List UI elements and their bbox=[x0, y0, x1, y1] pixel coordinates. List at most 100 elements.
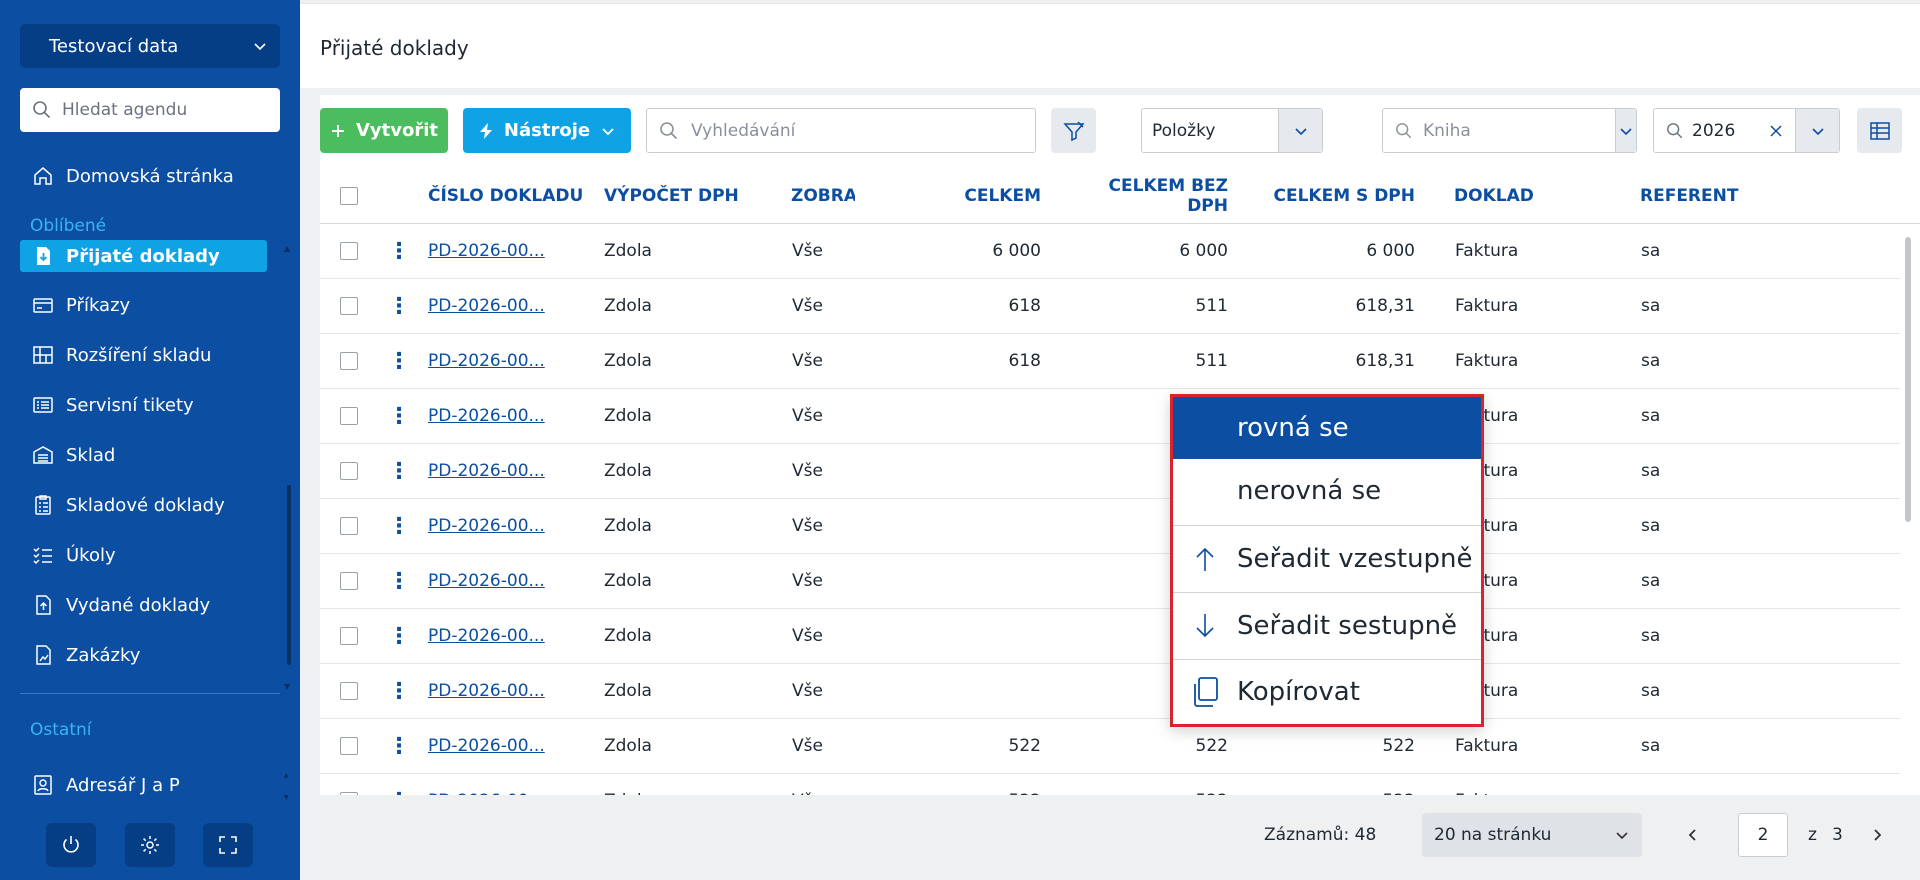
cell-cislo-dokladu-text[interactable]: PD-2026-00... bbox=[428, 516, 545, 536]
per-page-select[interactable]: 20 na stránku bbox=[1422, 813, 1642, 857]
sidebar-item-sklad[interactable]: Sklad bbox=[20, 437, 267, 473]
row-actions-icon[interactable]: ⋮ bbox=[388, 499, 410, 553]
scroll-down-arrow-icon[interactable]: ▼ bbox=[284, 794, 289, 801]
column-header-vypocet[interactable]: VÝPOČET DPH bbox=[604, 167, 739, 224]
items-select-toggle[interactable] bbox=[1278, 109, 1322, 152]
cell-cislo-dokladu[interactable]: PD-2026-00... bbox=[428, 774, 545, 795]
cell-cislo-dokladu[interactable]: PD-2026-00... bbox=[428, 609, 545, 663]
menu-item-equals[interactable]: rovná se bbox=[1173, 397, 1481, 459]
row-actions-icon[interactable]: ⋮ bbox=[388, 279, 410, 333]
column-header-celkem-bez-dph[interactable]: CELKEM BEZ DPH bbox=[1090, 167, 1228, 224]
sidebar-item-servisni-tikety[interactable]: Servisní tikety bbox=[20, 387, 267, 423]
sidebar-item-prikazy[interactable]: Příkazy bbox=[20, 287, 267, 323]
company-selector[interactable]: Testovací data bbox=[20, 24, 280, 68]
cell-cislo-dokladu-text[interactable]: PD-2026-00... bbox=[428, 241, 545, 261]
column-header-celkem-s-dph[interactable]: CELKEM S DPH bbox=[1260, 167, 1415, 224]
book-input[interactable] bbox=[1423, 120, 1603, 141]
cell-cislo-dokladu[interactable]: PD-2026-00... bbox=[428, 279, 545, 333]
table-row[interactable]: ⋮PD-2026-00...ZdolaVše522522Fakturasa bbox=[320, 499, 1900, 554]
sidebar-item-home[interactable]: Domovská stránka bbox=[20, 158, 267, 194]
row-actions-icon[interactable]: ⋮ bbox=[388, 389, 410, 443]
create-button[interactable]: Vytvořit bbox=[320, 108, 448, 153]
search-input[interactable] bbox=[691, 120, 991, 141]
table-row[interactable]: ⋮ PD-2026-00... Zdola Vše 6 000 6 000 6 000 Fak… bbox=[320, 224, 1900, 279]
sidebar-item-ukoly[interactable]: Úkoly bbox=[20, 537, 267, 573]
menu-item-sort-ascending[interactable]: Seřadit vzestupně bbox=[1173, 526, 1481, 591]
table-row[interactable]: ⋮ PD-2026-00... Zdola Vše 522 522 522 Faktura sa bbox=[320, 774, 1900, 795]
next-page-button[interactable] bbox=[1867, 823, 1887, 847]
sidebar-scrollbar[interactable] bbox=[287, 485, 291, 665]
sidebar-item-rozsireni-skladu[interactable]: Rozšíření skladu bbox=[20, 337, 267, 373]
row-checkbox[interactable] bbox=[340, 627, 358, 645]
row-actions-icon[interactable]: ⋮ bbox=[388, 444, 410, 498]
cell-cislo-dokladu-text[interactable]: PD-2026-00... bbox=[428, 681, 545, 701]
book-select[interactable] bbox=[1382, 108, 1637, 153]
column-header-cislo[interactable]: ČÍSLO DOKLADU bbox=[428, 167, 583, 224]
table-scrollbar[interactable] bbox=[1905, 225, 1911, 795]
cell-cislo-dokladu[interactable]: PD-2026-00... bbox=[428, 719, 545, 773]
agenda-search-input[interactable] bbox=[62, 100, 262, 120]
tools-button[interactable]: Nástroje bbox=[463, 108, 631, 153]
table-row[interactable]: ⋮ PD-2026-00... Zdola Vše 618 511 618,31 Faktur… bbox=[320, 334, 1900, 389]
scroll-down-arrow-icon[interactable]: ▼ bbox=[284, 682, 290, 691]
agenda-search-field[interactable] bbox=[20, 88, 280, 132]
row-checkbox[interactable] bbox=[340, 682, 358, 700]
cell-cislo-dokladu[interactable]: PD-2026-00... bbox=[428, 444, 545, 498]
row-checkbox[interactable] bbox=[340, 297, 358, 315]
cell-cislo-dokladu-text[interactable]: PD-2026-00... bbox=[428, 571, 545, 591]
menu-item-not-equals[interactable]: nerovná se bbox=[1173, 459, 1481, 523]
table-scrollbar-thumb[interactable] bbox=[1905, 237, 1911, 522]
row-actions-icon[interactable]: ⋮ bbox=[388, 774, 410, 796]
clear-icon[interactable] bbox=[1769, 124, 1783, 138]
cell-cislo-dokladu[interactable]: PD-2026-00... bbox=[428, 334, 545, 388]
filter-button[interactable] bbox=[1051, 108, 1096, 153]
select-all-checkbox[interactable] bbox=[340, 186, 358, 205]
cell-cislo-dokladu[interactable]: PD-2026-00... bbox=[428, 554, 545, 608]
row-actions-icon[interactable]: ⋮ bbox=[388, 554, 410, 608]
column-settings-button[interactable] bbox=[1857, 108, 1902, 153]
column-header-doklad[interactable]: DOKLAD bbox=[1454, 167, 1534, 224]
year-select-toggle[interactable] bbox=[1795, 109, 1839, 152]
row-actions-icon[interactable]: ⋮ bbox=[388, 224, 410, 278]
row-checkbox[interactable] bbox=[340, 462, 358, 480]
row-actions-icon[interactable]: ⋮ bbox=[388, 609, 410, 663]
cell-cislo-dokladu-text[interactable]: PD-2026-00... bbox=[428, 626, 545, 646]
settings-button[interactable] bbox=[125, 823, 175, 867]
table-row[interactable]: ⋮ PD-2026-00... Zdola Vše 618 511 618,31 Faktur… bbox=[320, 279, 1900, 334]
fullscreen-button[interactable] bbox=[203, 823, 253, 867]
row-checkbox[interactable] bbox=[340, 352, 358, 370]
table-row[interactable]: ⋮PD-2026-00...ZdolaVše522522Fakturasa bbox=[320, 554, 1900, 609]
cell-cislo-dokladu-text[interactable]: PD-2026-00... bbox=[428, 736, 545, 756]
table-row[interactable]: ⋮PD-2026-00...ZdolaVše522522Fakturasa bbox=[320, 609, 1900, 664]
sidebar-item-zakazky[interactable]: Zakázky bbox=[20, 637, 267, 673]
cell-cislo-dokladu-text[interactable]: PD-2026-00... bbox=[428, 351, 545, 371]
book-search[interactable] bbox=[1383, 109, 1615, 152]
row-checkbox[interactable] bbox=[340, 737, 358, 755]
table-row[interactable]: ⋮PD-2026-00...ZdolaVše522522Fakturasa bbox=[320, 664, 1900, 719]
table-row[interactable]: ⋮PD-2026-00...ZdolaVše348421,08Fakturasa bbox=[320, 389, 1900, 444]
cell-cislo-dokladu[interactable]: PD-2026-00... bbox=[428, 664, 545, 718]
column-header-referent[interactable]: REFERENT bbox=[1640, 167, 1738, 224]
table-row[interactable]: ⋮PD-2026-00...ZdolaVše348421,08Fakturasa bbox=[320, 444, 1900, 499]
scroll-up-arrow-icon[interactable]: ▲ bbox=[284, 244, 290, 253]
year-search[interactable]: 2026 bbox=[1654, 109, 1795, 152]
row-checkbox[interactable] bbox=[340, 517, 358, 535]
row-checkbox[interactable] bbox=[340, 407, 358, 425]
search-field[interactable] bbox=[646, 108, 1036, 153]
row-checkbox[interactable] bbox=[340, 572, 358, 590]
menu-item-copy[interactable]: Kopírovat bbox=[1173, 660, 1481, 724]
sidebar-item-skladove-doklady[interactable]: Skladové doklady bbox=[20, 487, 267, 523]
cell-cislo-dokladu[interactable]: PD-2026-00... bbox=[428, 499, 545, 553]
column-header-zobra[interactable]: ZOBRA bbox=[791, 167, 855, 224]
prev-page-button[interactable] bbox=[1683, 823, 1703, 847]
row-actions-icon[interactable]: ⋮ bbox=[388, 664, 410, 718]
menu-item-sort-descending[interactable]: Seřadit sestupně bbox=[1173, 593, 1481, 658]
book-select-toggle[interactable] bbox=[1615, 109, 1636, 152]
cell-cislo-dokladu-text[interactable]: PD-2026-00... bbox=[428, 461, 545, 481]
logout-button[interactable] bbox=[46, 823, 96, 867]
column-header-celkem[interactable]: CELKEM bbox=[920, 167, 1041, 224]
table-row[interactable]: ⋮ PD-2026-00... Zdola Vše 522 522 522 Faktura sa bbox=[320, 719, 1900, 774]
cell-cislo-dokladu[interactable]: PD-2026-00... bbox=[428, 389, 545, 443]
cell-cislo-dokladu-text[interactable]: PD-2026-00... bbox=[428, 296, 545, 316]
cell-cislo-dokladu-text[interactable]: PD-2026-00... bbox=[428, 406, 545, 426]
